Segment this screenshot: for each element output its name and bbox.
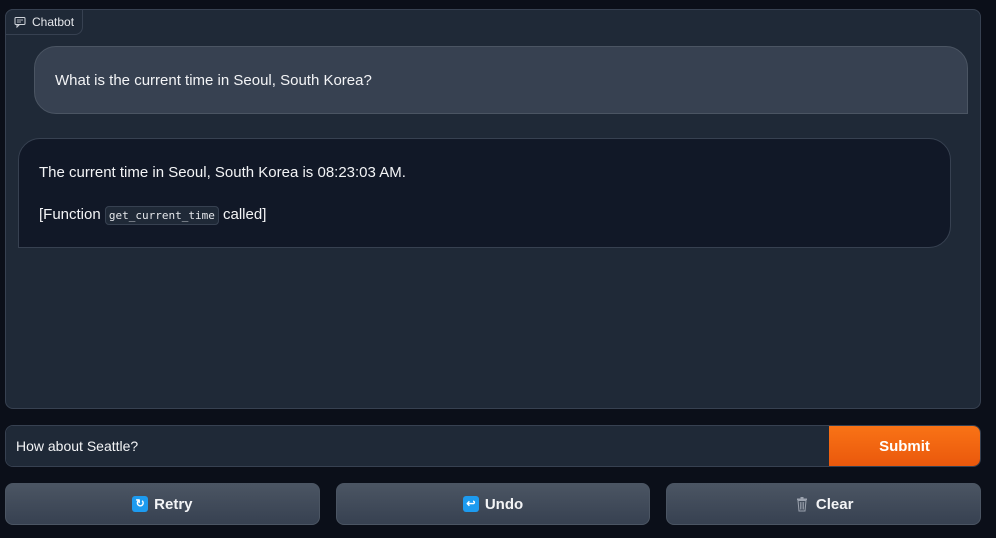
clear-label: Clear (815, 495, 854, 513)
submit-button[interactable]: Submit (829, 426, 980, 466)
bot-function-note: [Function get_current_time called] (39, 205, 930, 226)
message-input[interactable] (6, 426, 829, 466)
message-input-row: Submit (5, 425, 981, 467)
user-message-text: What is the current time in Seoul, South… (55, 71, 372, 89)
retry-label: Retry (154, 495, 193, 513)
clear-button[interactable]: Clear (666, 483, 982, 525)
bot-message-line: The current time in Seoul, South Korea i… (39, 164, 406, 181)
retry-button[interactable]: ↻ Retry (5, 483, 320, 525)
function-suffix: called] (218, 206, 267, 223)
undo-button[interactable]: ↩ Undo (335, 483, 651, 525)
function-name-code: get_current_time (104, 206, 219, 225)
chatbot-label: Chatbot (5, 9, 84, 35)
chatbot-label-text: Chatbot (32, 15, 75, 29)
user-message: What is the current time in Seoul, South… (34, 46, 968, 114)
chat-icon (14, 17, 26, 28)
bot-message: The current time in Seoul, South Korea i… (18, 138, 951, 248)
trash-icon (794, 496, 810, 512)
function-prefix: [Function (39, 206, 105, 223)
action-buttons: ↻ Retry ↩ Undo Clear (5, 483, 982, 525)
undo-icon: ↩ (462, 496, 479, 512)
undo-label: Undo (484, 495, 524, 513)
retry-icon: ↻ (132, 496, 149, 512)
